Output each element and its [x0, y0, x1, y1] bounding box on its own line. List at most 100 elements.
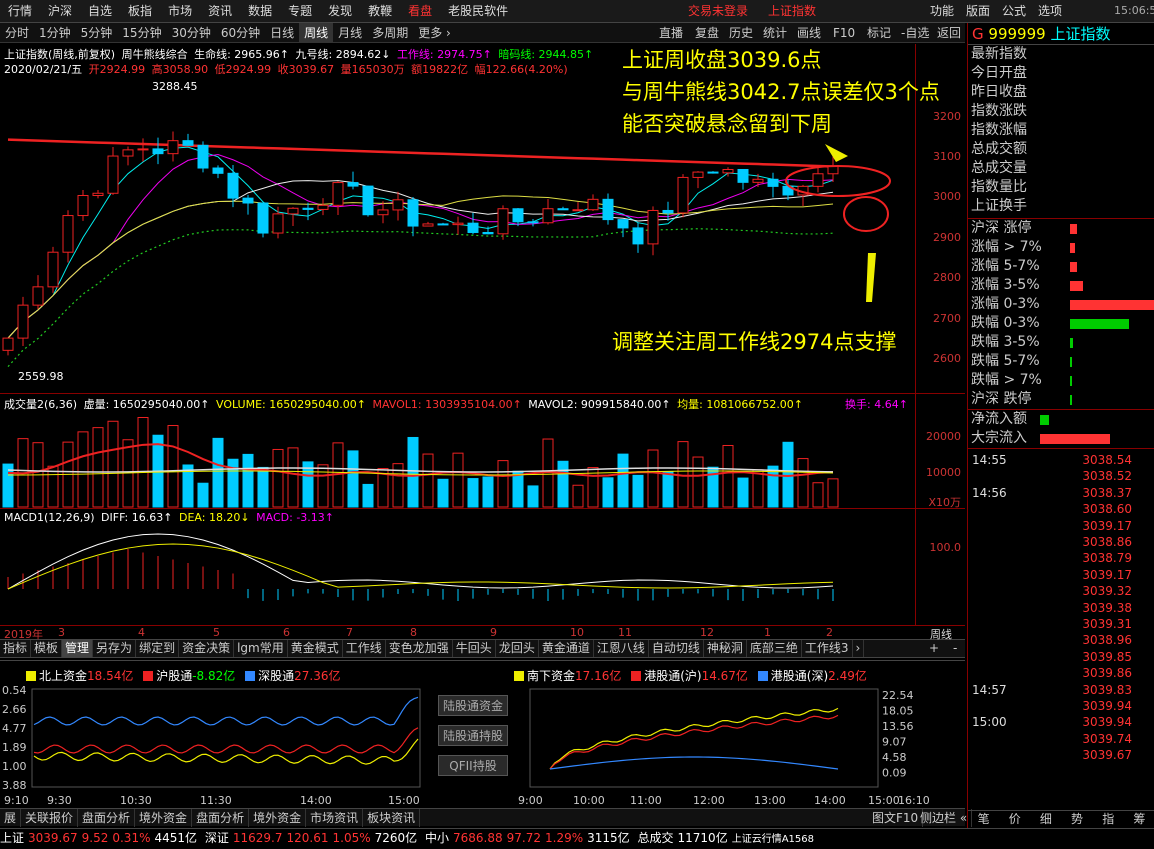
tab-chips[interactable]: 筹: [1133, 811, 1145, 828]
tf-daily[interactable]: 日线: [265, 23, 299, 43]
menu-layout[interactable]: 版面: [958, 0, 998, 22]
tool-stats[interactable]: 统计: [758, 23, 792, 43]
menu-options[interactable]: 选项: [1030, 0, 1070, 22]
menu-index-name[interactable]: 上证指数: [760, 0, 824, 22]
tool-replay[interactable]: 复盘: [690, 23, 724, 43]
bottom-tab[interactable]: 境外资金: [249, 809, 307, 827]
bottom-tab[interactable]: 板块资讯: [363, 809, 421, 827]
zx-label[interactable]: 中小: [425, 831, 449, 845]
tf-15min[interactable]: 15分钟: [117, 23, 166, 43]
tf-intraday[interactable]: 分时: [0, 23, 34, 43]
tf-5min[interactable]: 5分钟: [76, 23, 118, 43]
ind-tab[interactable]: 龙回头: [496, 640, 539, 657]
minus-icon[interactable]: -: [950, 640, 960, 657]
menu-item[interactable]: 板指: [120, 0, 160, 22]
north-axis-tick: 2.66: [2, 703, 27, 716]
menu-item[interactable]: 自选: [80, 0, 120, 22]
ind-tab-manage[interactable]: 管理: [62, 640, 94, 657]
menu-item[interactable]: 行情: [0, 0, 40, 22]
ind-tab[interactable]: 指标: [0, 640, 32, 657]
menu-software[interactable]: 老股民软件: [440, 0, 516, 22]
ind-tab[interactable]: 自动切线: [649, 640, 704, 657]
north-time-tick: 10:30: [120, 794, 152, 807]
qfii-holdings-button[interactable]: QFII持股: [438, 755, 508, 776]
tf-monthly[interactable]: 月线: [333, 23, 367, 43]
tf-1min[interactable]: 1分钟: [34, 23, 76, 43]
menu-item[interactable]: 发现: [320, 0, 360, 22]
bottom-tab[interactable]: 盘面分析: [78, 809, 136, 827]
south-flow-chart[interactable]: 22.54 18.05 13.56 9.07 4.58 0.09 9:00 10:00 11:0…: [518, 661, 938, 809]
tf-more[interactable]: 更多 ›: [413, 23, 456, 43]
menu-item[interactable]: 资讯: [200, 0, 240, 22]
volume-panel[interactable]: 成交量2(6,36) 虚量: 1650295040.00↑ VOLUME: 16…: [0, 394, 965, 509]
ind-tab[interactable]: 模板: [31, 640, 63, 657]
ind-tab[interactable]: 江恩八线: [594, 640, 649, 657]
tab-detail[interactable]: 细: [1040, 811, 1052, 828]
ind-tab-next-icon[interactable]: ›: [853, 640, 865, 657]
north-flow-line: [33, 727, 419, 754]
menu-item[interactable]: 教鞭: [360, 0, 400, 22]
sidebar-toggle[interactable]: 侧边栏 «: [916, 809, 973, 827]
menu-item-active[interactable]: 看盘: [400, 0, 440, 22]
candle-body: [632, 227, 644, 245]
tool-f10[interactable]: F10: [828, 23, 860, 43]
menu-function[interactable]: 功能: [922, 0, 962, 22]
candle-body: [167, 140, 179, 155]
hk-connect-holdings-button[interactable]: 陆股通持股: [438, 725, 508, 746]
candle-body: [137, 148, 149, 151]
ind-tab[interactable]: 黄金模式: [288, 640, 343, 657]
menu-item[interactable]: 市场: [160, 0, 200, 22]
login-status[interactable]: 交易未登录: [680, 0, 756, 22]
volume-bar: [272, 448, 284, 508]
ind-tab[interactable]: 资金决策: [179, 640, 235, 657]
volume-chart[interactable]: [0, 394, 915, 509]
tf-30min[interactable]: 30分钟: [167, 23, 216, 43]
bottom-tab[interactable]: 关联报价: [21, 809, 79, 827]
plus-icon[interactable]: +: [926, 640, 942, 657]
bottom-tab[interactable]: 市场资讯: [306, 809, 364, 827]
tab-index[interactable]: 指: [1102, 811, 1114, 828]
tab-price[interactable]: 价: [1009, 811, 1021, 828]
ind-tab[interactable]: 变色龙加强: [386, 640, 453, 657]
ind-tab[interactable]: 底部三绝: [747, 640, 802, 657]
tool-watchlist[interactable]: -自选: [896, 23, 934, 43]
tf-multi[interactable]: 多周期: [367, 23, 413, 43]
tf-60min[interactable]: 60分钟: [216, 23, 265, 43]
quote-symbol: 999999: [988, 25, 1046, 43]
north-flow-chart[interactable]: 0.54 2.66 4.77 1.89 1.00 3.88 9:10 9:30 10:30 11:…: [0, 661, 430, 809]
tab-bid[interactable]: 笔: [978, 811, 990, 828]
volume-bar: [407, 436, 419, 508]
menu-item[interactable]: 专题: [280, 0, 320, 22]
tool-history[interactable]: 历史: [724, 23, 758, 43]
ind-tab[interactable]: 神秘洞: [704, 640, 747, 657]
tool-live[interactable]: 直播: [654, 23, 688, 43]
ind-tab[interactable]: 黄金通道: [539, 640, 594, 657]
ind-tab[interactable]: lgm常用: [234, 640, 288, 657]
tool-mark[interactable]: 标记: [862, 23, 896, 43]
bottom-tab[interactable]: 盘面分析: [192, 809, 250, 827]
ind-tab[interactable]: 另存为: [93, 640, 137, 657]
f10-graphic-button[interactable]: 图文F10: [868, 809, 924, 827]
macd-panel[interactable]: MACD1(12,26,9) DIFF: 16.63↑ DEA: 18.20↓ …: [0, 509, 965, 626]
ind-tab[interactable]: 牛回头: [453, 640, 496, 657]
menu-item[interactable]: 数据: [240, 0, 280, 22]
kline-panel[interactable]: 上证指数(周线,前复权) 周牛熊线综合 生命线: 2965.96↑ 九号线: 2…: [0, 44, 965, 394]
ind-tab[interactable]: 工作线: [343, 640, 386, 657]
bottom-tab[interactable]: 展: [0, 809, 22, 827]
tf-weekly[interactable]: 周线: [299, 23, 334, 43]
sz-label[interactable]: 深证: [205, 831, 229, 845]
menu-item[interactable]: 沪深: [40, 0, 80, 22]
hk-connect-funds-button[interactable]: 陆股通资金: [438, 695, 508, 716]
tool-draw[interactable]: 画线: [792, 23, 826, 43]
sh-label[interactable]: 上证: [0, 831, 24, 845]
tick-price: 3038.54: [1082, 453, 1132, 467]
tool-back[interactable]: 返回: [932, 23, 966, 43]
macd-chart[interactable]: [0, 509, 915, 626]
bottom-tab[interactable]: 境外资金: [135, 809, 193, 827]
ind-tab[interactable]: 绑定到: [136, 640, 180, 657]
candle-body: [722, 168, 734, 174]
ind-tab[interactable]: 工作线3: [802, 640, 853, 657]
menu-formula[interactable]: 公式: [994, 0, 1034, 22]
tab-trend[interactable]: 势: [1071, 811, 1083, 828]
breadth-bar: [1070, 338, 1074, 348]
